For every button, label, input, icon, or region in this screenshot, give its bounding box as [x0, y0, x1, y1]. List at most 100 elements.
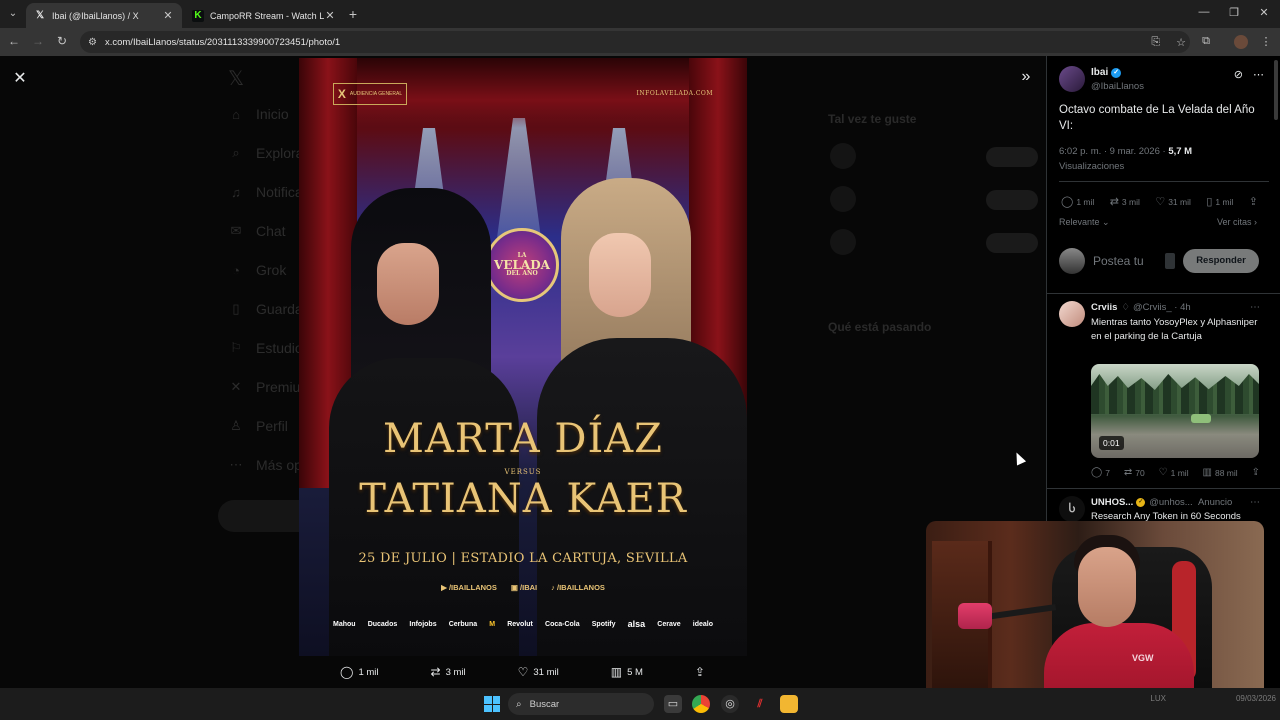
- taskbar-search[interactable]: ⌕ Buscar: [508, 693, 654, 715]
- tiktok-handle: ♪ /IBAILLANOS: [551, 583, 605, 592]
- media-icon[interactable]: [1165, 253, 1175, 269]
- site-info-icon[interactable]: ⚙: [88, 37, 97, 48]
- obs-icon[interactable]: ◎: [721, 695, 739, 713]
- reply-input[interactable]: Postea tu: [1093, 254, 1165, 268]
- sponsor: Ducados: [367, 620, 398, 628]
- like-button[interactable]: ♡ 31 mil: [518, 665, 559, 679]
- emblem-bottom: DEL AÑO: [506, 270, 538, 277]
- new-tab-button[interactable]: +: [346, 6, 360, 22]
- share-icon: ⇪: [1248, 196, 1258, 208]
- home-icon: ⌂: [232, 106, 240, 122]
- app-red-icon[interactable]: ⫽: [751, 695, 769, 713]
- clock-date[interactable]: 09/03/2026: [1236, 694, 1276, 703]
- bg-sidebar-title: Tal vez te guste: [828, 112, 917, 126]
- extensions-icon[interactable]: ⧉: [1198, 35, 1214, 48]
- share-button[interactable]: ⇪: [1252, 467, 1263, 478]
- more-icon: ⋯: [229, 457, 243, 472]
- mail-icon: ✉: [230, 223, 242, 238]
- browser-tab-kick[interactable]: K CampoRR Stream - Watch Live ✕: [184, 3, 344, 28]
- close-viewer-icon[interactable]: ✕: [12, 68, 28, 88]
- like-button[interactable]: ♡ 1 mil: [1159, 467, 1189, 478]
- ad-header: UNHOS... ✓ @unhos... Anuncio: [1091, 497, 1233, 508]
- share-icon: ⇪: [694, 665, 705, 679]
- sort-dropdown[interactable]: Relevante ⌄: [1059, 217, 1110, 228]
- author-handle[interactable]: @IbaiLlanos: [1091, 81, 1144, 92]
- bg-follow-pill: [986, 233, 1038, 253]
- reply-submit-button[interactable]: Responder: [1183, 249, 1259, 273]
- file-explorer-icon[interactable]: [780, 695, 798, 713]
- window-close-icon[interactable]: ✕: [1256, 6, 1272, 19]
- premium-icon: ✕: [230, 379, 242, 394]
- address-bar[interactable]: ⚙ x.com/IbaiLlanos/status/20311133399007…: [80, 31, 1190, 53]
- reload-icon[interactable]: ↻: [54, 34, 70, 48]
- minimize-icon[interactable]: —: [1196, 6, 1212, 18]
- bg-sidebar-title: Qué está pasando: [828, 320, 932, 334]
- chrome-icon[interactable]: [692, 695, 710, 713]
- grok-icon: ◔: [232, 262, 240, 278]
- reply-composer: Postea tu Responder: [1059, 248, 1259, 274]
- reply-button[interactable]: ◯ 1 mil: [340, 665, 379, 679]
- avatar[interactable]: Ⴑ: [1059, 496, 1085, 522]
- close-tab-icon[interactable]: ✕: [324, 9, 336, 22]
- repost-icon: ⇄: [430, 665, 441, 679]
- sponsor: Mahou: [333, 620, 356, 628]
- video-duration: 0:01: [1099, 436, 1124, 450]
- fighter-2-face: [589, 233, 651, 317]
- start-tile: [492, 696, 500, 704]
- expand-panel-icon[interactable]: »: [1018, 68, 1034, 86]
- forward-icon[interactable]: →: [30, 34, 46, 48]
- windows-taskbar: ⌕ Buscar ▭ ◎ ⫽ LUX 09/03/2026: [0, 688, 1280, 720]
- reply-video[interactable]: 0:01: [1091, 364, 1259, 458]
- profile-avatar[interactable]: [1234, 35, 1248, 49]
- windows-start-icon[interactable]: [484, 696, 500, 712]
- scrollbar[interactable]: [1274, 60, 1278, 120]
- bookmark-star-icon[interactable]: ☆: [1176, 36, 1186, 49]
- share-button[interactable]: ⇪: [695, 665, 710, 679]
- install-app-icon[interactable]: ⎘: [1151, 36, 1160, 49]
- more-options-icon[interactable]: ⋯: [1250, 302, 1260, 313]
- repost-button[interactable]: ⇄ 3 mil: [1110, 195, 1140, 208]
- start-tile: [484, 696, 492, 704]
- post-actions: ◯ 1 mil ⇄ 3 mil ♡ 31 mil ▯ 1 mil ⇪: [1061, 195, 1261, 208]
- bg-avatar: [830, 143, 856, 169]
- k-logo-icon: K: [192, 9, 204, 22]
- reply-button[interactable]: ◯ 7: [1091, 467, 1110, 478]
- video-trees: [1091, 374, 1259, 414]
- bg-nav-x-logo: 𝕏: [228, 68, 245, 90]
- task-view-icon[interactable]: ▭: [664, 695, 682, 713]
- view-quotes-link[interactable]: Ver citas ›: [1217, 217, 1257, 227]
- sponsor: Cerave: [657, 620, 681, 628]
- restore-icon[interactable]: ❐: [1226, 6, 1242, 19]
- share-button[interactable]: ⇪: [1249, 195, 1261, 208]
- webcam-overlay: VGW: [926, 521, 1264, 707]
- studio-icon: ⚐: [230, 340, 242, 355]
- reply-button[interactable]: ◯ 1 mil: [1061, 195, 1094, 208]
- more-options-icon[interactable]: ⋯: [1250, 497, 1260, 508]
- language-indicator[interactable]: LUX: [1150, 694, 1166, 703]
- repost-icon: ⇄: [1109, 196, 1119, 208]
- views-button[interactable]: ▥ 88 mil: [1203, 467, 1238, 478]
- browser-menu-icon[interactable]: ⋮: [1258, 35, 1274, 48]
- repost-icon: ⇄: [1123, 467, 1133, 478]
- repost-button[interactable]: ⇄ 70: [1124, 467, 1145, 478]
- views-label: Visualizaciones: [1059, 161, 1125, 172]
- versus-label: VERSUS: [504, 468, 542, 476]
- like-button[interactable]: ♡ 31 mil: [1155, 195, 1191, 208]
- close-tab-icon[interactable]: ✕: [162, 9, 174, 22]
- reply-header: Crviis ♢ @Crviis_ · 4h: [1091, 302, 1191, 313]
- author-name[interactable]: Ibai ✓: [1091, 67, 1122, 78]
- back-icon[interactable]: ←: [6, 34, 22, 48]
- tab-search-dropdown-icon[interactable]: ⌄: [4, 5, 22, 23]
- bookmark-button[interactable]: ▯ 1 mil: [1206, 195, 1233, 208]
- repost-button[interactable]: ⇄ 3 mil: [431, 665, 466, 679]
- avatar[interactable]: [1059, 301, 1085, 327]
- divider: [1047, 488, 1280, 489]
- search-icon: ⌕: [516, 698, 522, 710]
- grok-icon[interactable]: ⊘: [1234, 68, 1243, 81]
- avatar[interactable]: [1059, 66, 1085, 92]
- browser-tab-x[interactable]: 𝕏 Ibai (@IbaiLlanos) / X ✕: [26, 3, 182, 28]
- more-options-icon[interactable]: ⋯: [1253, 68, 1264, 81]
- views-button[interactable]: ▥ 5 M: [611, 665, 643, 679]
- profile-icon: ♙: [230, 418, 242, 433]
- fighter-1-name: MARTA DÍAZ: [383, 416, 663, 462]
